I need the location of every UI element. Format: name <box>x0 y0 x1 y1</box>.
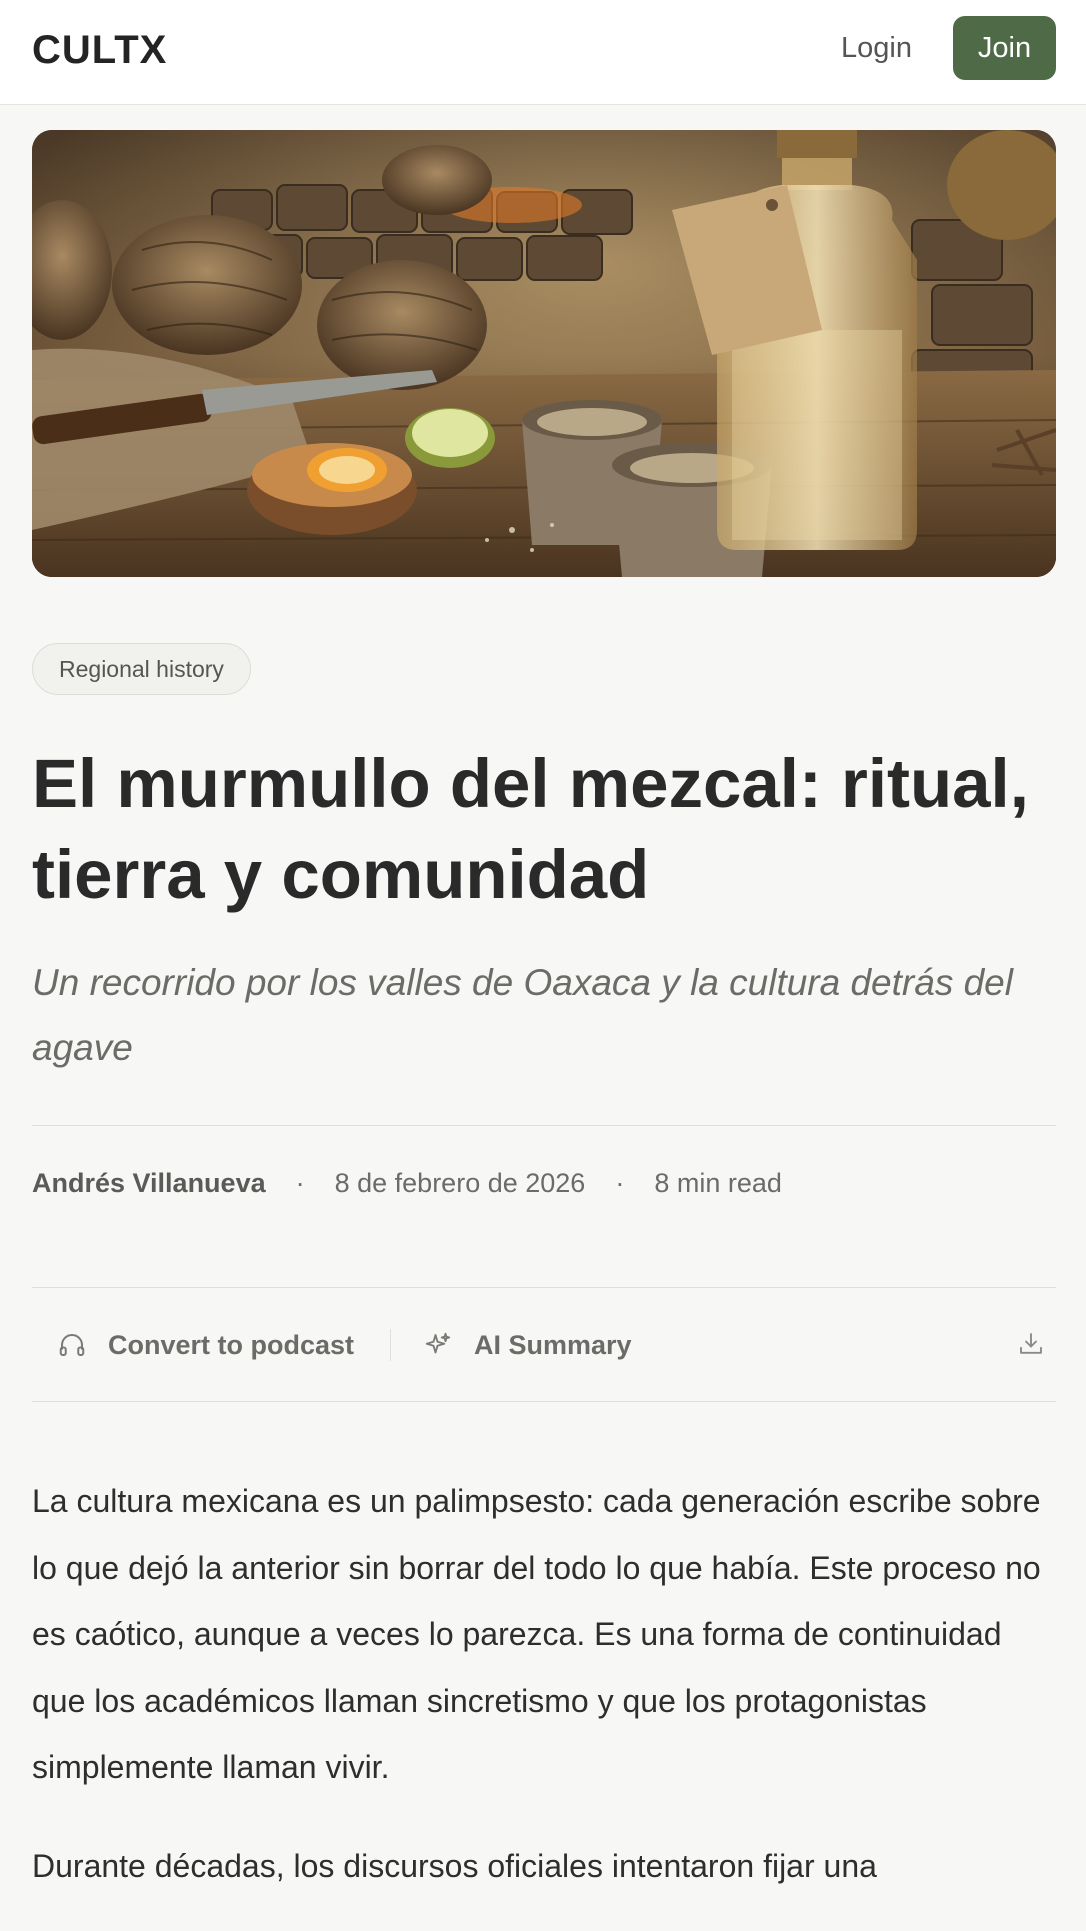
download-button[interactable] <box>1016 1329 1048 1361</box>
login-link[interactable]: Login <box>841 32 912 65</box>
read-time: 8 min read <box>654 1168 782 1198</box>
author-name[interactable]: Andrés Villanueva <box>32 1168 266 1198</box>
divider <box>32 1401 1056 1402</box>
article-meta: Andrés Villanueva · 8 de febrero de 2026 · 8… <box>32 1168 782 1199</box>
action-separator <box>390 1329 391 1361</box>
category-tag[interactable]: Regional history <box>32 643 251 695</box>
convert-to-podcast-button[interactable]: Convert to podcast <box>56 1288 354 1402</box>
article-actions: Convert to podcast AI Summary <box>32 1288 1056 1402</box>
publish-date: 8 de febrero de 2026 <box>334 1168 586 1198</box>
ai-summary-button[interactable]: AI Summary <box>422 1288 632 1402</box>
site-logo[interactable]: CULTX <box>32 28 167 73</box>
article-subtitle: Un recorrido por los valles de Oaxaca y … <box>32 962 1013 1068</box>
paragraph: Durante décadas, los discursos oficiales… <box>32 1847 877 1884</box>
podcast-label: Convert to podcast <box>108 1329 355 1360</box>
meta-separator: · <box>295 1168 305 1198</box>
article-title: El murmullo del mezcal: ritual, tierra y… <box>32 745 1029 913</box>
site-header: CULTX Login Join <box>0 0 1086 105</box>
download-icon <box>1020 1333 1042 1354</box>
join-button[interactable]: Join <box>953 16 1056 80</box>
divider <box>32 1125 1056 1126</box>
ai-summary-label: AI Summary <box>474 1329 632 1360</box>
article-body: La cultura mexicana es un palimpsesto: c… <box>32 1468 1056 1931</box>
hero-image <box>32 130 1056 577</box>
headphones-icon <box>56 1329 88 1361</box>
sparkle-icon <box>422 1329 454 1361</box>
meta-separator: · <box>615 1168 625 1198</box>
paragraph: La cultura mexicana es un palimpsesto: c… <box>32 1483 1041 1785</box>
